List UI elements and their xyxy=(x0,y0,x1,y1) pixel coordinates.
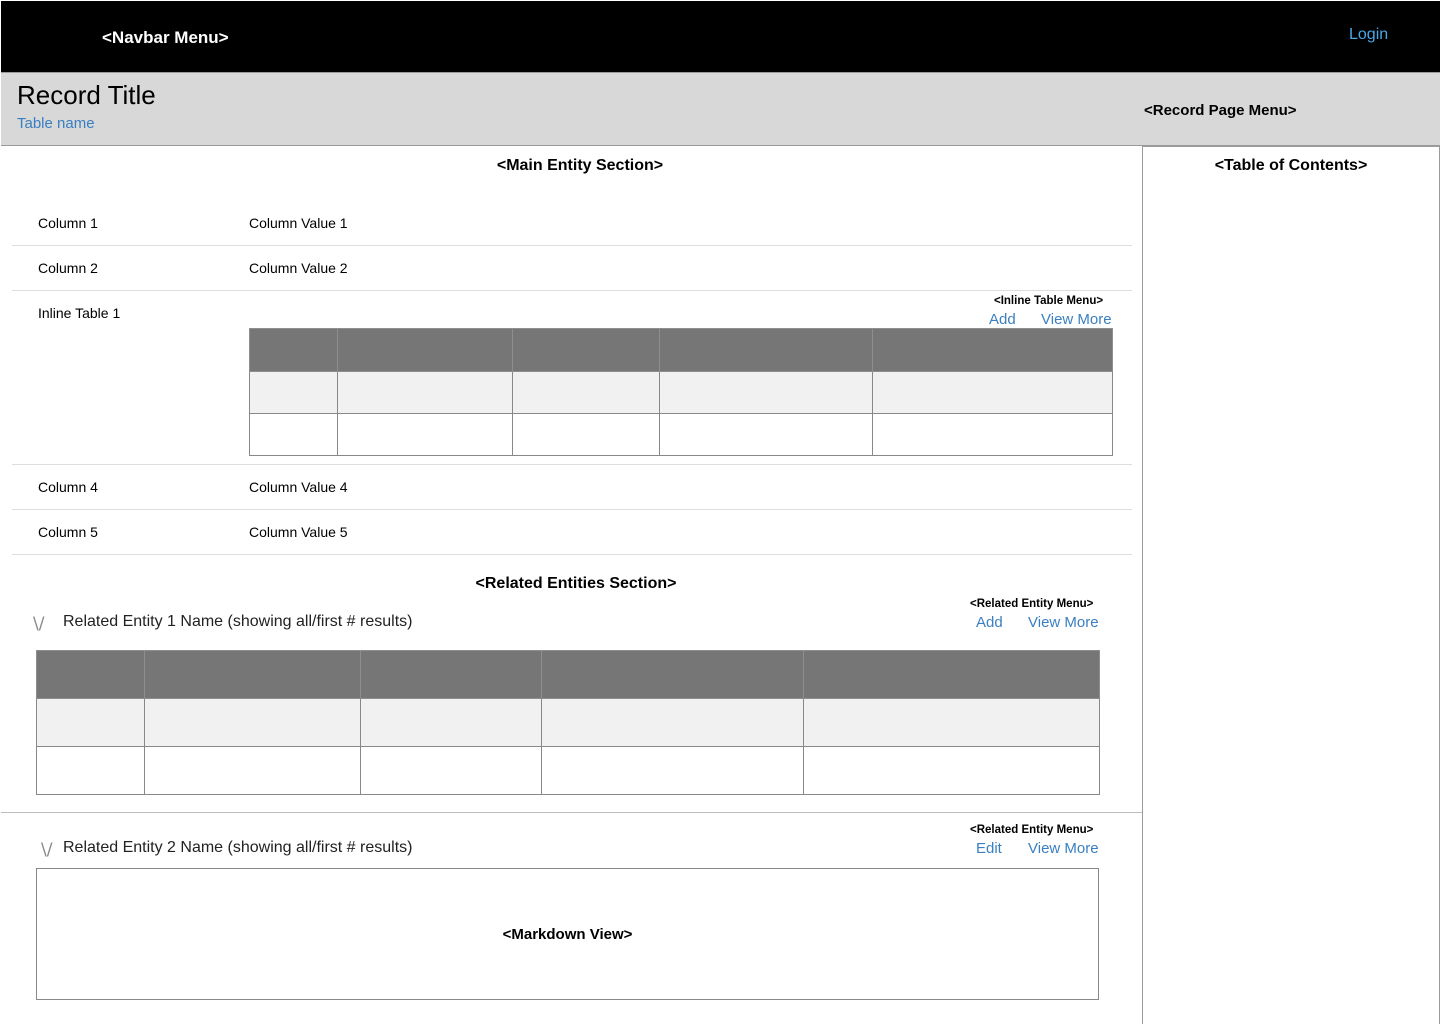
markdown-view-label: <Markdown View> xyxy=(502,926,633,943)
column-label: Column 1 xyxy=(38,215,98,231)
table-header-row xyxy=(36,650,1100,699)
related-entities-section-title: <Related Entities Section> xyxy=(475,575,677,592)
column-label: Column 4 xyxy=(38,479,98,495)
related-entity-2-name[interactable]: Related Entity 2 Name (showing all/first… xyxy=(63,839,412,857)
related-entity-2-edit-button[interactable]: Edit xyxy=(976,840,1002,857)
related-entity-1-view-more-link[interactable]: View More xyxy=(1028,614,1099,631)
table-of-contents-panel xyxy=(1142,146,1440,1024)
inline-table-menu[interactable]: <Inline Table Menu> xyxy=(994,295,1103,307)
table-row[interactable] xyxy=(36,746,1100,795)
login-link[interactable]: Login xyxy=(1349,26,1388,44)
column-value: Column Value 4 xyxy=(249,479,348,495)
row-divider xyxy=(12,245,1132,246)
main-entity-section-title: <Main Entity Section> xyxy=(496,157,664,174)
table-name-link[interactable]: Table name xyxy=(17,115,95,132)
row-divider xyxy=(12,290,1132,291)
record-title: Record Title xyxy=(17,80,156,110)
toc-title: <Table of Contents> xyxy=(1214,157,1368,174)
column-value: Column Value 1 xyxy=(249,215,348,231)
related-entity-1-table xyxy=(36,650,1100,795)
related-entity-1-name[interactable]: Related Entity 1 Name (showing all/first… xyxy=(63,613,412,631)
inline-table-view-more-link[interactable]: View More xyxy=(1041,311,1112,328)
related-entity-2-view-more-link[interactable]: View More xyxy=(1028,840,1099,857)
record-page-menu[interactable]: <Record Page Menu> xyxy=(1144,102,1297,119)
chevron-down-icon[interactable]: \/ xyxy=(33,614,44,634)
navbar-menu[interactable]: <Navbar Menu> xyxy=(102,28,229,48)
table-header-row xyxy=(249,328,1113,372)
column-label: Column 5 xyxy=(38,524,98,540)
column-value: Column Value 2 xyxy=(249,260,348,276)
row-divider xyxy=(12,464,1132,465)
chevron-down-icon[interactable]: \/ xyxy=(41,840,52,860)
section-divider xyxy=(1,812,1142,813)
table-row[interactable] xyxy=(249,413,1113,456)
inline-table xyxy=(249,328,1113,456)
table-row[interactable] xyxy=(36,698,1100,747)
inline-table-add-button[interactable]: Add xyxy=(989,311,1016,328)
row-divider xyxy=(12,554,1132,555)
related-entity-menu[interactable]: <Related Entity Menu> xyxy=(970,598,1093,610)
row-divider xyxy=(12,509,1132,510)
inline-table-label: Inline Table 1 xyxy=(38,305,121,321)
column-label: Column 2 xyxy=(38,260,98,276)
table-row[interactable] xyxy=(249,371,1113,414)
related-entity-menu[interactable]: <Related Entity Menu> xyxy=(970,824,1093,836)
column-value: Column Value 5 xyxy=(249,524,348,540)
related-entity-1-add-button[interactable]: Add xyxy=(976,614,1003,631)
